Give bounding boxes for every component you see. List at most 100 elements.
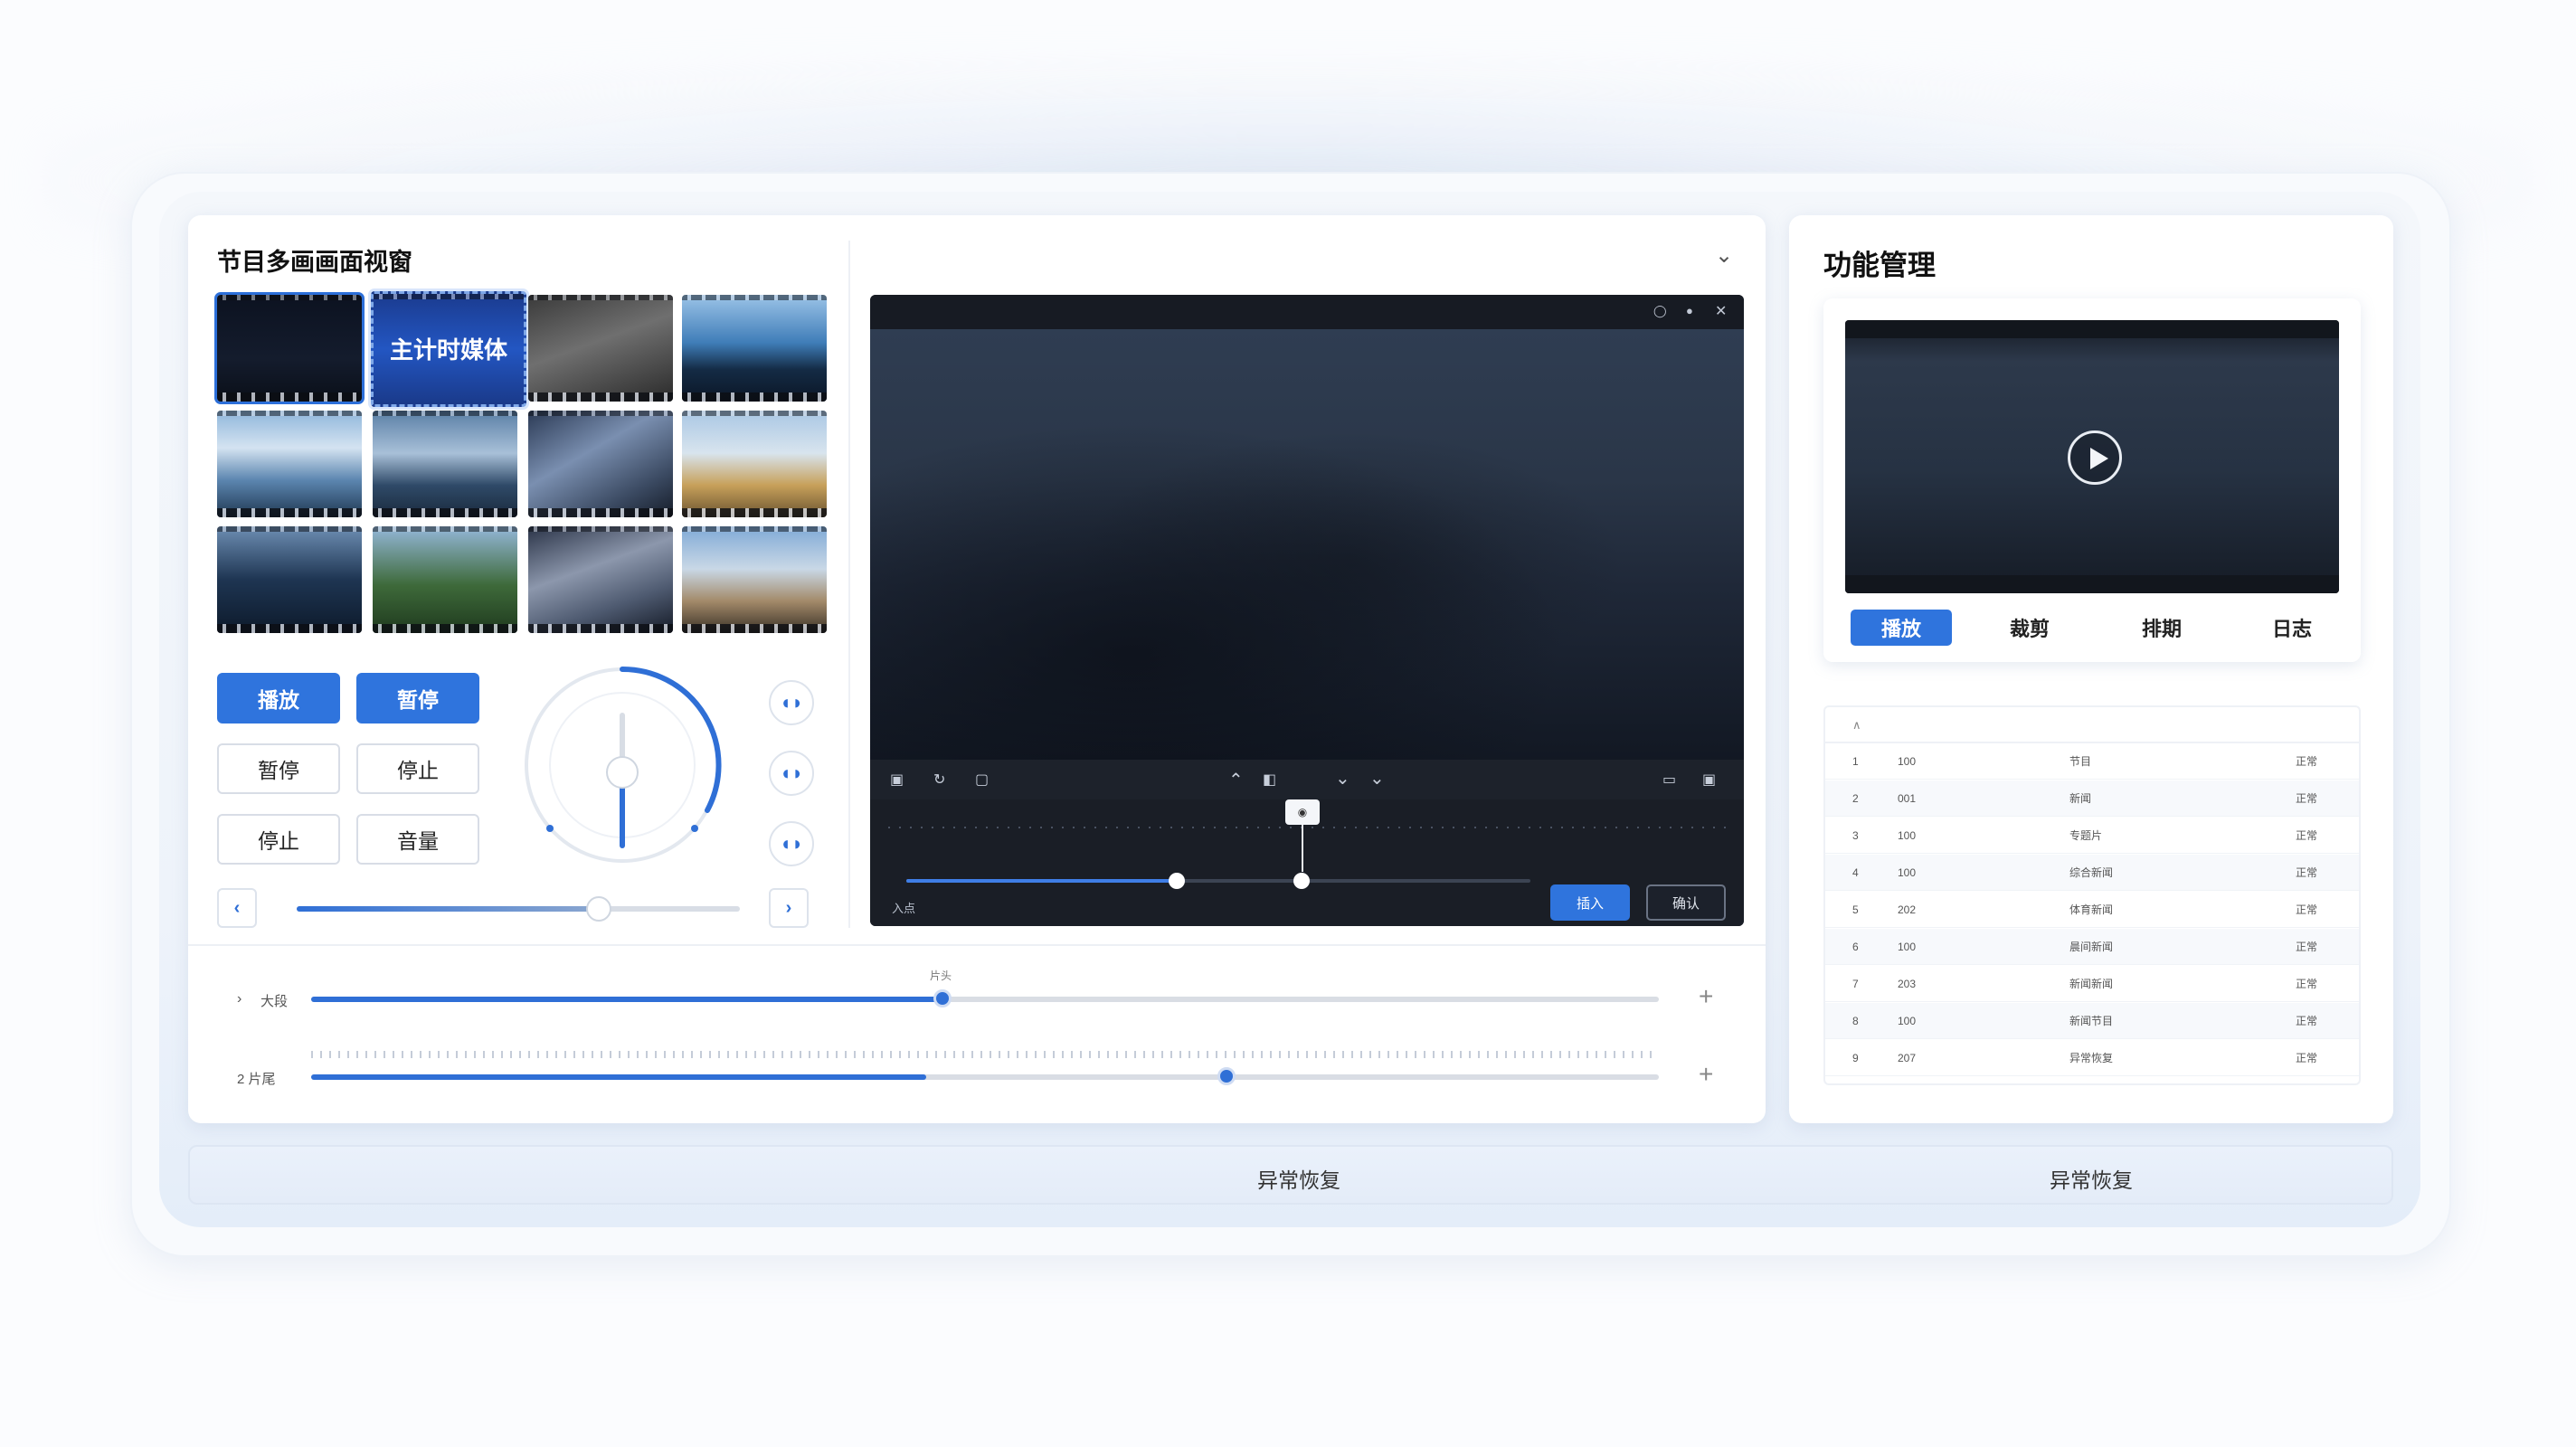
track-1-label: 大段 xyxy=(260,994,289,1009)
audio-wave-icon[interactable]: ◖◗ xyxy=(769,680,814,725)
audio-wave-icon-2[interactable]: ◖◗ xyxy=(769,751,814,796)
pause-primary-button[interactable]: 暂停 xyxy=(356,673,479,724)
row-status: 正常 xyxy=(2296,903,2318,916)
next-arrow-icon[interactable]: › xyxy=(769,888,809,928)
chevron-down-icon-3[interactable]: ⌄ xyxy=(1369,767,1385,790)
thumbnail-6[interactable] xyxy=(373,411,517,517)
function-panel: 功能管理 播放 裁剪 排期 日志 ∧ 1 100 节目 正常 2 001 新闻 … xyxy=(1789,215,2393,1123)
confirm-button[interactable]: 确认 xyxy=(1646,884,1726,921)
track-1-handle[interactable] xyxy=(933,989,952,1007)
add-track-icon-2[interactable]: + xyxy=(1699,1060,1713,1089)
prev-arrow-icon[interactable]: ‹ xyxy=(217,888,257,928)
track-2-handle[interactable] xyxy=(1217,1067,1236,1085)
video-canvas[interactable] xyxy=(870,329,1744,760)
scrub-fill xyxy=(297,906,597,912)
row-name: 专题片 xyxy=(2069,829,2103,842)
scrub-handle[interactable] xyxy=(586,896,611,922)
table-row[interactable]: 8 100 新闻节目 正常 xyxy=(1825,1003,2359,1039)
log-table: ∧ 1 100 节目 正常 2 001 新闻 正常 3 100 专题片 正常 4… xyxy=(1823,705,2361,1085)
table-row[interactable]: 4 100 综合新闻 正常 xyxy=(1825,855,2359,891)
track-1-slider[interactable] xyxy=(311,989,1659,1007)
panel-title: 节目多画画面视窗 xyxy=(217,249,412,276)
row-status: 正常 xyxy=(2296,829,2318,842)
player-timeline[interactable]: ◉ 入点 插入 确认 xyxy=(870,799,1744,926)
table-row[interactable]: 3 100 专题片 正常 xyxy=(1825,818,2359,854)
volume-knob[interactable] xyxy=(523,666,722,865)
thumbnail-8[interactable] xyxy=(682,411,827,517)
tab-log[interactable]: 日志 xyxy=(2241,610,2343,646)
thumbnail-2[interactable]: 主计时媒体 xyxy=(371,291,526,407)
table-row[interactable]: 5 202 体育新闻 正常 xyxy=(1825,892,2359,928)
marker-icon[interactable]: ◧ xyxy=(1263,771,1276,789)
tab-trim[interactable]: 裁剪 xyxy=(1979,610,2080,646)
chevron-up-icon[interactable]: ⌃ xyxy=(1228,769,1244,791)
tab-play[interactable]: 播放 xyxy=(1851,610,1952,646)
table-row[interactable]: 9 207 异常恢复 正常 xyxy=(1825,1040,2359,1076)
stop-button[interactable]: 停止 xyxy=(356,743,479,794)
playhead-marker[interactable]: ◉ xyxy=(1285,799,1320,825)
pause-button[interactable]: 暂停 xyxy=(217,743,340,794)
timeline-track[interactable] xyxy=(906,873,1530,889)
thumbnail-3[interactable] xyxy=(528,295,673,402)
row-status: 正常 xyxy=(2296,1052,2318,1064)
thumbnail-12[interactable] xyxy=(682,526,827,633)
timeline-ruler xyxy=(888,827,1726,828)
play-icon[interactable] xyxy=(2068,430,2122,485)
row-status: 正常 xyxy=(2296,941,2318,953)
sort-icon[interactable]: ∧ xyxy=(1852,707,1861,743)
thumbnail-9[interactable] xyxy=(217,526,362,633)
comment-icon[interactable]: ▢ xyxy=(975,771,989,789)
table-row[interactable]: 6 100 晨间新闻 正常 xyxy=(1825,929,2359,965)
recovery-button-right[interactable]: 异常恢复 xyxy=(2050,1163,2133,1194)
track-2-slider[interactable] xyxy=(311,1067,1659,1085)
minimize-icon[interactable]: ● xyxy=(1686,304,1693,317)
preview-card: 播放 裁剪 排期 日志 xyxy=(1823,298,2361,662)
thumbnail-10[interactable] xyxy=(373,526,517,633)
thumbnail-5[interactable] xyxy=(217,411,362,517)
close-icon[interactable]: ✕ xyxy=(1715,302,1727,320)
recovery-button-left[interactable]: 异常恢复 xyxy=(1257,1163,1340,1194)
track-1-fill xyxy=(311,997,942,1002)
preview-player[interactable] xyxy=(1845,320,2339,593)
audio-wave-icon-3[interactable]: ◖◗ xyxy=(769,821,814,866)
table-row[interactable]: 2 001 新闻 正常 xyxy=(1825,780,2359,817)
row-code: 100 xyxy=(1898,941,1917,953)
chevron-down-icon[interactable]: ⌄ xyxy=(1715,242,1733,269)
fullscreen-icon[interactable]: ▣ xyxy=(1702,771,1716,789)
tab-schedule[interactable]: 排期 xyxy=(2111,610,2212,646)
screen-icon[interactable]: ▭ xyxy=(1662,771,1676,789)
insert-button[interactable]: 插入 xyxy=(1550,884,1630,921)
settings-icon[interactable]: ◯ xyxy=(1653,304,1667,318)
knob-max-dot xyxy=(691,825,698,832)
crop-icon[interactable]: ▣ xyxy=(890,771,904,789)
chevron-down-icon-2[interactable]: ⌄ xyxy=(1335,767,1350,790)
row-name: 新闻 xyxy=(2069,792,2092,805)
row-name: 新闻新闻 xyxy=(2069,978,2114,990)
row-name: 体育新闻 xyxy=(2069,903,2114,916)
row-code: 207 xyxy=(1898,1052,1917,1064)
knob-handle[interactable] xyxy=(606,756,639,789)
row-index: 4 xyxy=(1852,866,1859,879)
thumbnail-1[interactable] xyxy=(214,292,365,404)
add-track-icon[interactable]: + xyxy=(1699,982,1713,1011)
expand-chevron-icon[interactable]: › xyxy=(237,991,242,1007)
footer-bar: 异常恢复 异常恢复 xyxy=(188,1145,2393,1205)
timeline-out-dot[interactable] xyxy=(1293,873,1310,889)
play-button[interactable]: 播放 xyxy=(217,673,340,724)
thumbnail-7[interactable] xyxy=(528,411,673,517)
panel-title-right: 功能管理 xyxy=(1823,250,1936,281)
timeline-in-dot[interactable] xyxy=(1169,873,1185,889)
vertical-divider xyxy=(848,241,850,928)
volume-button[interactable]: 音量 xyxy=(356,814,479,865)
thumbnail-4[interactable] xyxy=(682,295,827,402)
player-toolbar: ▣ ↻ ▢ ⌃ ◧ ⌄ ⌄ ▭ ▣ xyxy=(870,760,1744,799)
thumbnail-11[interactable] xyxy=(528,526,673,633)
table-row[interactable]: 1 100 节目 正常 xyxy=(1825,743,2359,780)
rotate-icon[interactable]: ↻ xyxy=(933,771,945,789)
stop-button-2[interactable]: 停止 xyxy=(217,814,340,865)
table-row[interactable]: 7 203 新闻新闻 正常 xyxy=(1825,966,2359,1002)
player-titlebar: ◯ ● ✕ xyxy=(870,295,1744,329)
scrub-slider[interactable] xyxy=(297,896,740,922)
track-2-fill xyxy=(311,1074,926,1080)
table-header: ∧ xyxy=(1825,707,2359,743)
